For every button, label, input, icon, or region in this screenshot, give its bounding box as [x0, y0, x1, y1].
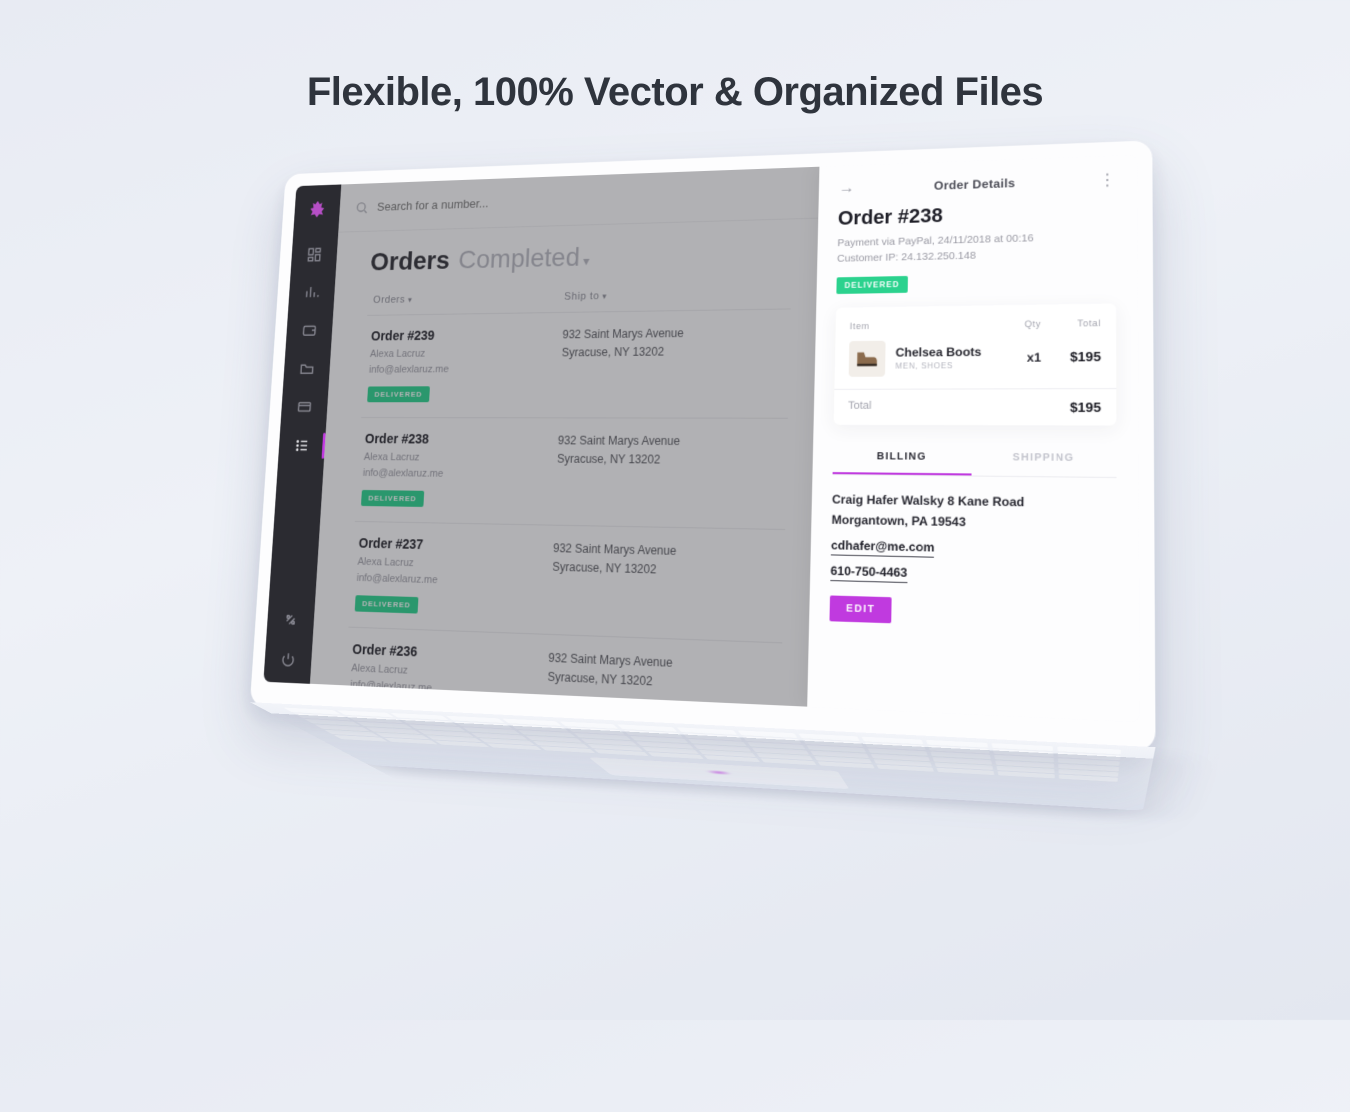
order-customer: Alexa Lacruzinfo@alexlaruz.me [350, 661, 548, 702]
col-total: Total [1041, 317, 1101, 328]
indicator-glow [702, 770, 735, 775]
tab-shipping[interactable]: SHIPPING [972, 441, 1117, 476]
edit-button[interactable]: EDIT [829, 596, 892, 624]
laptop-mockup: Orders Completed ▾ Orders▾ Ship to▾ Orde… [229, 140, 1158, 1112]
table-row[interactable]: Order #239 Alexa Lacruzinfo@alexlaruz.me… [361, 308, 791, 417]
tab-billing[interactable]: BILLING [833, 440, 972, 475]
search-icon [355, 200, 369, 215]
table-row[interactable]: Order #236 Alexa Lacruzinfo@alexlaruz.me… [342, 627, 782, 707]
col-header-ship[interactable]: Ship to▾ [564, 287, 785, 302]
chevron-down-icon: ▾ [602, 291, 607, 301]
col-header-orders[interactable]: Orders▾ [373, 291, 565, 305]
col-item: Item [850, 319, 995, 331]
order-customer: Alexa Lacruzinfo@alexlaruz.me [369, 345, 562, 377]
trackpad [588, 757, 849, 789]
total-value: $195 [1070, 399, 1101, 415]
order-shipping: 932 Saint Marys AvenueSyracuse, NY 13202 [560, 323, 785, 402]
order-customer: Alexa Lacruzinfo@alexlaruz.me [356, 554, 553, 591]
detail-meta: Payment via PayPal, 24/11/2018 at 00:16C… [837, 229, 1116, 267]
folder-icon[interactable] [298, 359, 316, 377]
orders-pane: Orders Completed ▾ Orders▾ Ship to▾ Orde… [310, 167, 819, 707]
panel-title: Order Details [934, 176, 1016, 192]
app-screen: Orders Completed ▾ Orders▾ Ship to▾ Orde… [263, 155, 1139, 722]
dashboard-icon[interactable] [305, 246, 323, 264]
power-icon[interactable] [279, 650, 297, 670]
card-icon[interactable] [295, 398, 313, 416]
product-name: Chelsea Boots [895, 345, 994, 360]
status-badge: DELIVERED [367, 386, 430, 402]
status-badge: DELIVERED [361, 490, 424, 507]
total-label: Total [848, 399, 872, 414]
chevron-down-icon: ▾ [579, 253, 590, 268]
page-title-text: Orders [369, 246, 450, 277]
order-shipping: 932 Saint Marys AvenueSyracuse, NY 13202 [545, 649, 776, 707]
table-row[interactable]: Order #237 Alexa Lacruzinfo@alexlaruz.me… [348, 521, 785, 642]
product-thumb [849, 340, 886, 376]
order-number: Order #237 [358, 535, 553, 555]
line-item: Chelsea Boots MEN, SHOES x1 $195 [849, 338, 1101, 376]
wallet-icon[interactable] [300, 321, 318, 339]
settings-icon[interactable] [281, 610, 299, 630]
order-shipping: 932 Saint Marys AvenueSyracuse, NY 13202 [555, 432, 782, 513]
back-arrow-icon[interactable]: → [838, 180, 854, 198]
status-badge: DELIVERED [836, 275, 907, 293]
detail-order-number: Order #238 [838, 200, 1116, 231]
analytics-icon[interactable] [303, 283, 321, 301]
col-qty: Qty [995, 318, 1041, 329]
order-number: Order #239 [371, 326, 563, 343]
search-input[interactable] [377, 186, 802, 214]
order-detail-panel: → Order Details ⋮ Order #238 Payment via… [807, 155, 1139, 722]
page-title: Orders Completed ▾ [369, 237, 792, 277]
table-row[interactable]: Order #238 Alexa Lacruzinfo@alexlaruz.me… [355, 417, 788, 529]
orders-list-icon[interactable] [293, 436, 311, 455]
page-headline: Flexible, 100% Vector & Organized Files [307, 70, 1043, 115]
product-qty: x1 [995, 350, 1042, 365]
status-badge: DELIVERED [355, 595, 419, 613]
billing-email[interactable]: cdhafer@me.com [831, 538, 935, 558]
chevron-down-icon: ▾ [408, 295, 413, 304]
items-card: Item Qty Total Chelsea Boots MEN, SHOES [834, 303, 1117, 425]
product-total: $195 [1041, 349, 1101, 365]
app-logo [306, 197, 329, 221]
billing-phone[interactable]: 610-750-4463 [830, 564, 907, 583]
product-category: MEN, SHOES [895, 361, 994, 371]
filter-dropdown[interactable]: Completed ▾ [458, 242, 591, 275]
more-icon[interactable]: ⋮ [1099, 170, 1116, 191]
order-customer: Alexa Lacruzinfo@alexlaruz.me [362, 450, 557, 483]
status-badge: DELIVERED [348, 702, 412, 707]
billing-address: Craig Hafer Walsky 8 Kane RoadMorgantown… [831, 489, 1116, 536]
order-shipping: 932 Saint Marys AvenueSyracuse, NY 13202 [550, 539, 779, 625]
order-number: Order #238 [365, 431, 559, 447]
